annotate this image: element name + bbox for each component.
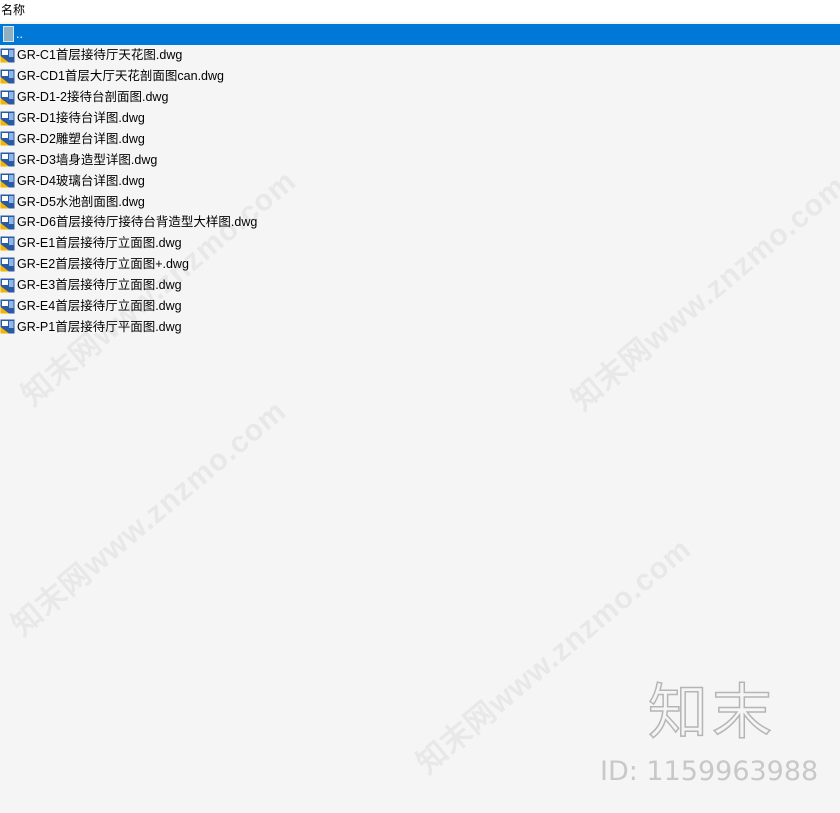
list-item-file[interactable]: GR-E4首层接待厅立面图.dwg xyxy=(0,296,840,317)
dwg-file-icon xyxy=(0,278,15,293)
list-item-file[interactable]: GR-D1-2接待台剖面图.dwg xyxy=(0,87,840,108)
dwg-file-icon xyxy=(0,215,15,230)
file-name: GR-E1首层接待厅立面图.dwg xyxy=(17,236,182,251)
dwg-file-icon xyxy=(0,257,15,272)
file-list: .. GR-C1首层接待厅天花图.dwg GR-CD1首层大厅天花剖面图can.d… xyxy=(0,24,840,337)
file-name: GR-D6首层接待厅接待台背造型大样图.dwg xyxy=(17,215,258,230)
file-name: GR-P1首层接待厅平面图.dwg xyxy=(17,319,182,334)
file-name: GR-E2首层接待厅立面图+.dwg xyxy=(17,257,189,272)
dwg-file-icon xyxy=(0,173,15,188)
brand-logo: 知末 xyxy=(647,678,776,748)
sort-arrow-icon[interactable]: ⌃ xyxy=(630,0,638,7)
dwg-file-icon xyxy=(0,69,15,84)
file-name: GR-E3首层接待厅立面图.dwg xyxy=(17,278,182,293)
column-header[interactable]: 名称 ⌃ xyxy=(0,0,840,22)
file-name: GR-E4首层接待厅立面图.dwg xyxy=(17,299,182,314)
list-item-file[interactable]: GR-C1首层接待厅天花图.dwg xyxy=(0,45,840,66)
list-item-file[interactable]: GR-E3首层接待厅立面图.dwg xyxy=(0,275,840,296)
file-name: GR-D3墙身造型详图.dwg xyxy=(17,152,158,167)
dwg-file-icon xyxy=(0,236,15,251)
list-item-file[interactable]: GR-E2首层接待厅立面图+.dwg xyxy=(0,254,840,275)
file-name: GR-D5水池剖面图.dwg xyxy=(17,194,145,209)
list-item-file[interactable]: GR-D2雕塑台详图.dwg xyxy=(0,128,840,149)
dwg-file-icon xyxy=(0,152,15,167)
list-item-file[interactable]: GR-D5水池剖面图.dwg xyxy=(0,191,840,212)
dwg-file-icon xyxy=(0,90,15,105)
dwg-file-icon xyxy=(0,111,15,126)
list-item-parent-folder[interactable]: .. xyxy=(0,24,840,45)
file-name: .. xyxy=(16,27,23,42)
dwg-file-icon xyxy=(0,319,15,334)
file-name: GR-CD1首层大厅天花剖面图can.dwg xyxy=(17,69,224,84)
list-item-file[interactable]: GR-D3墙身造型详图.dwg xyxy=(0,149,840,170)
list-item-file[interactable]: GR-P1首层接待厅平面图.dwg xyxy=(0,316,840,337)
list-item-file[interactable]: GR-CD1首层大厅天花剖面图can.dwg xyxy=(0,66,840,87)
file-name: GR-D1-2接待台剖面图.dwg xyxy=(17,90,169,105)
file-name: GR-D4玻璃台详图.dwg xyxy=(17,173,145,188)
list-item-file[interactable]: GR-D4玻璃台详图.dwg xyxy=(0,170,840,191)
list-item-file[interactable]: GR-E1首层接待厅立面图.dwg xyxy=(0,233,840,254)
dwg-file-icon xyxy=(0,131,15,146)
dwg-file-icon xyxy=(0,194,15,209)
list-item-file[interactable]: GR-D6首层接待厅接待台背造型大样图.dwg xyxy=(0,212,840,233)
dwg-file-icon xyxy=(0,48,15,63)
list-item-file[interactable]: GR-D1接待台详图.dwg xyxy=(0,108,840,129)
parent-folder-icon xyxy=(3,26,14,43)
file-name: GR-D1接待台详图.dwg xyxy=(17,111,145,125)
name-column-header[interactable]: 名称 xyxy=(1,3,25,17)
file-name: GR-D2雕塑台详图.dwg xyxy=(17,131,145,146)
dwg-file-icon xyxy=(0,299,15,314)
file-name: GR-C1首层接待厅天花图.dwg xyxy=(17,48,183,63)
resource-id: ID: 1159963988 xyxy=(600,756,819,787)
watermark-text: 知末网www.znzmo.com xyxy=(5,394,293,643)
